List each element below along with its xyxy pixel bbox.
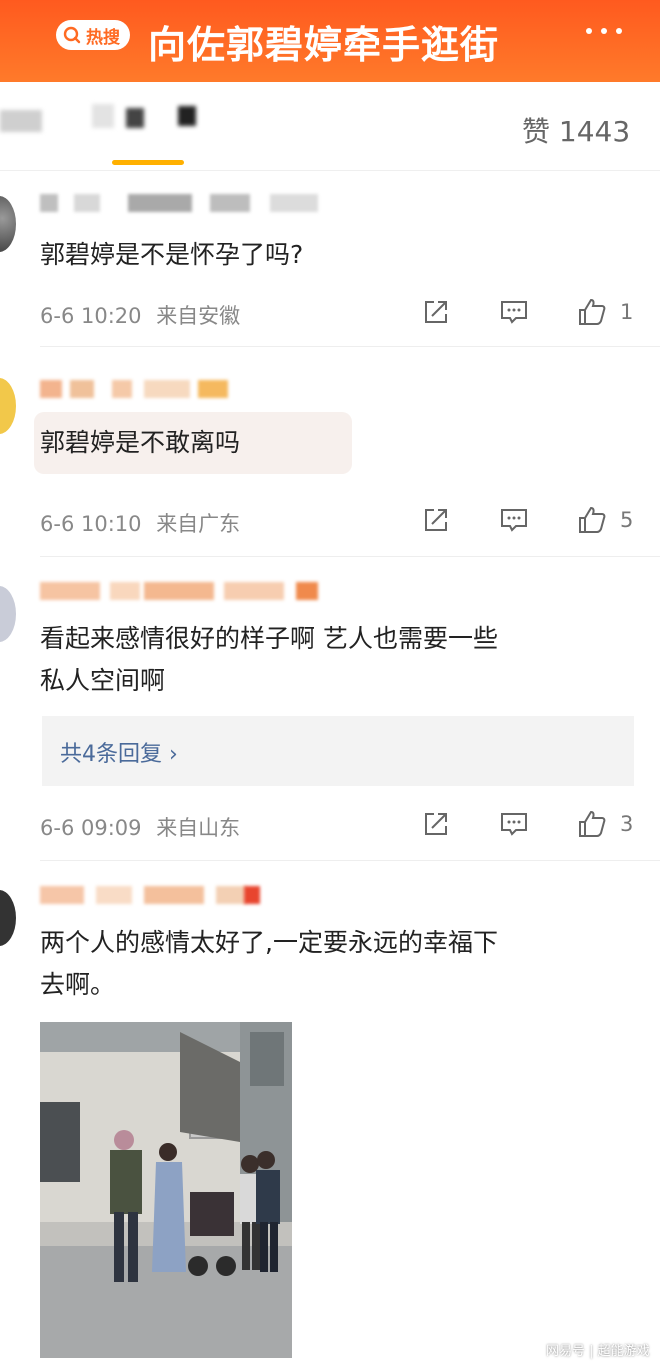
tab-hot-blurred[interactable] — [0, 110, 42, 132]
avatar[interactable] — [0, 586, 16, 642]
hot-search-banner: 热搜 向佐郭碧婷牵手逛街 — [0, 0, 660, 82]
comment-meta: 6-6 09:09 来自山东 — [40, 812, 240, 842]
like-count: 1 — [620, 300, 634, 324]
comment-icon[interactable] — [498, 504, 530, 536]
comment-meta: 6-6 10:20 来自安徽 — [40, 300, 240, 330]
avatar[interactable] — [0, 890, 16, 946]
replies-summary[interactable]: 共4条回复 › — [42, 716, 634, 786]
comment-time: 6-6 09:09 — [40, 816, 142, 840]
comment-text: 郭碧婷是不敢离吗 — [40, 428, 241, 457]
comment-actions — [416, 504, 646, 538]
like-count: 3 — [620, 812, 634, 836]
comment-time: 6-6 10:20 — [40, 304, 142, 328]
username-blurred[interactable] — [40, 886, 280, 904]
comment-text-line: 私人空间啊 — [40, 666, 166, 695]
comment-location: 来自广东 — [156, 512, 241, 536]
username-blurred[interactable] — [40, 582, 340, 600]
comment-text: 郭碧婷是不是怀孕了吗? — [40, 240, 304, 269]
hot-search-badge-label: 热搜 — [86, 27, 120, 48]
comment-text-line: 看起来感情很好的样子啊 艺人也需要一些 — [40, 624, 498, 653]
comment-text-line: 两个人的感情太好了,一定要永远的幸福下 — [40, 928, 498, 957]
tab-blurred[interactable] — [178, 106, 196, 126]
avatar[interactable] — [0, 378, 16, 434]
comment-icon[interactable] — [498, 808, 530, 840]
comment-meta: 6-6 10:10 来自广东 — [40, 508, 240, 538]
comment-actions — [416, 296, 646, 330]
more-options-icon[interactable] — [586, 28, 622, 34]
username-blurred[interactable] — [40, 194, 320, 212]
share-icon[interactable] — [420, 504, 452, 536]
tab-blurred[interactable] — [126, 108, 144, 128]
comment-icon[interactable] — [498, 296, 530, 328]
banner-title: 向佐郭碧婷牵手逛街 — [148, 23, 500, 67]
comment-location: 来自安徽 — [156, 304, 241, 328]
replies-link[interactable]: 共4条回复 › — [60, 736, 178, 768]
street-photo — [40, 1022, 292, 1358]
search-icon — [63, 26, 81, 44]
username-blurred[interactable] — [40, 380, 240, 398]
like-count: 5 — [620, 508, 634, 532]
share-icon[interactable] — [420, 296, 452, 328]
comment-actions — [416, 808, 646, 842]
like-icon[interactable] — [576, 296, 608, 328]
share-icon[interactable] — [420, 808, 452, 840]
comment-text: 两个人的感情太好了,一定要永远的幸福下 去啊。 — [40, 922, 498, 1006]
comment-location: 来自山东 — [156, 816, 241, 840]
divider — [40, 346, 660, 347]
like-icon[interactable] — [576, 504, 608, 536]
divider — [40, 556, 660, 557]
comment-text: 看起来感情很好的样子啊 艺人也需要一些 私人空间啊 — [40, 618, 498, 702]
active-tab-indicator — [112, 160, 184, 165]
total-likes-count: 赞 1443 — [522, 115, 631, 148]
hot-search-badge[interactable]: 热搜 — [56, 20, 130, 50]
watermark: 网易号 | 超能游戏 — [546, 1344, 650, 1359]
divider — [40, 860, 660, 861]
avatar[interactable] — [0, 196, 16, 252]
like-icon[interactable] — [576, 808, 608, 840]
comment-time: 6-6 10:10 — [40, 512, 142, 536]
comment-text-line: 去啊。 — [40, 970, 116, 999]
tab-blurred[interactable] — [92, 104, 114, 128]
comment-photo[interactable] — [40, 1022, 292, 1358]
